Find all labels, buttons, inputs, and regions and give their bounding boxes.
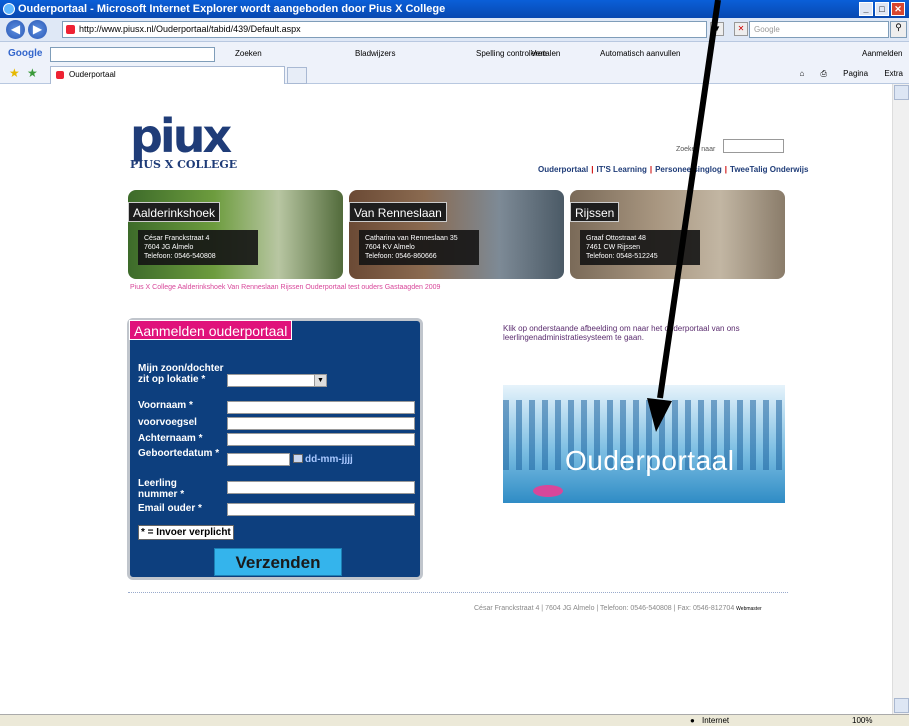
arrow-shaft — [657, 0, 721, 399]
annotation-arrow — [647, 0, 721, 432]
arrow-head — [647, 398, 672, 432]
